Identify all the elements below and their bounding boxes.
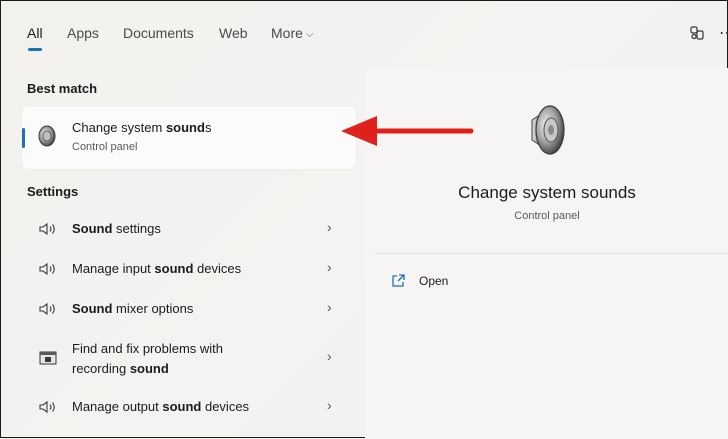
setting-label-post: devices	[201, 399, 250, 414]
tab-all-label: All	[27, 25, 43, 41]
tab-active-indicator	[28, 48, 42, 51]
preview-subtitle: Control panel	[514, 210, 580, 222]
setting-sound-settings[interactable]: Sound settings ›	[22, 210, 356, 248]
setting-label-pre: recording	[72, 361, 130, 376]
share-icon[interactable]	[687, 23, 707, 43]
troubleshoot-icon	[39, 351, 57, 367]
share-icon-svg	[690, 26, 704, 40]
best-title-post: s	[204, 120, 212, 135]
speaker-outline-svg	[39, 302, 55, 316]
open-action[interactable]: Open	[391, 274, 448, 288]
setting-label-line1: Find and fix problems with	[72, 341, 224, 356]
chevron-right-icon: ›	[327, 348, 332, 364]
setting-label: Manage input sound devices	[72, 259, 241, 279]
setting-label-bold: sound	[162, 399, 202, 414]
speaker-icon	[39, 222, 57, 238]
setting-manage-input[interactable]: Manage input sound devices ›	[22, 250, 356, 288]
speaker-icon	[39, 302, 57, 318]
search-tabs: All Apps Documents Web More ⌵ ⋯	[1, 1, 728, 67]
chevron-right-icon: ›	[327, 397, 332, 413]
setting-label-bold: sound	[129, 361, 169, 376]
setting-label: Find and fix problems with recording soun…	[72, 339, 223, 379]
setting-manage-output[interactable]: Manage output sound devices ›	[22, 388, 356, 426]
speaker-outline-svg	[39, 262, 55, 276]
setting-label: Sound settings	[72, 219, 161, 239]
best-match-title: Change system sounds	[72, 120, 211, 135]
chevron-right-icon: ›	[327, 219, 332, 235]
setting-label-bold: Sound	[72, 221, 113, 236]
tab-all[interactable]: All	[27, 25, 43, 41]
setting-label-post: mixer options	[112, 301, 194, 316]
tab-documents-label: Documents	[123, 25, 194, 41]
best-match-subtitle: Control panel	[72, 141, 138, 153]
settings-heading: Settings	[27, 184, 79, 199]
open-label: Open	[419, 274, 449, 288]
setting-label-pre: Manage input	[72, 261, 155, 276]
setting-label-pre: Manage output	[72, 399, 163, 414]
tab-more-label: More	[271, 25, 303, 41]
selection-indicator	[22, 128, 25, 148]
best-match-card[interactable]: Change system sounds Control panel	[22, 106, 356, 169]
tab-documents[interactable]: Documents	[123, 25, 194, 41]
setting-label-bold: Sound	[72, 301, 113, 316]
preview-title: Change system sounds	[458, 183, 636, 202]
speaker-outline-svg	[39, 222, 55, 236]
setting-label-post: devices	[193, 261, 242, 276]
setting-label: Manage output sound devices	[72, 397, 249, 417]
setting-sound-mixer[interactable]: Sound mixer options ›	[22, 290, 356, 328]
speaker-icon	[531, 105, 565, 155]
divider	[375, 253, 728, 254]
setting-label-post: settings	[112, 221, 161, 236]
speaker-icon	[39, 262, 57, 278]
more-icon[interactable]: ⋯	[717, 23, 728, 43]
tab-web-label: Web	[219, 25, 248, 41]
speaker-icon	[39, 400, 57, 416]
setting-label: Sound mixer options	[72, 299, 193, 319]
tab-apps[interactable]: Apps	[67, 25, 99, 41]
setting-troubleshoot-recording[interactable]: Find and fix problems with recording soun…	[22, 335, 356, 381]
best-title-bold: sound	[165, 120, 205, 135]
setting-label-bold: sound	[154, 261, 194, 276]
tab-apps-label: Apps	[67, 25, 99, 41]
chevron-right-icon: ›	[327, 299, 332, 315]
best-title-pre: Change system	[72, 120, 166, 135]
tab-web[interactable]: Web	[219, 25, 248, 41]
annotation-arrow-icon	[341, 116, 474, 146]
speaker-icon	[38, 125, 56, 147]
best-match-heading: Best match	[27, 81, 98, 96]
troubleshoot-icon-svg	[39, 351, 57, 365]
speaker-outline-svg	[39, 400, 55, 414]
tab-more[interactable]: More ⌵	[271, 25, 314, 41]
chevron-right-icon: ›	[327, 259, 332, 275]
open-external-icon	[392, 274, 405, 287]
chevron-down-icon: ⌵	[305, 29, 314, 40]
